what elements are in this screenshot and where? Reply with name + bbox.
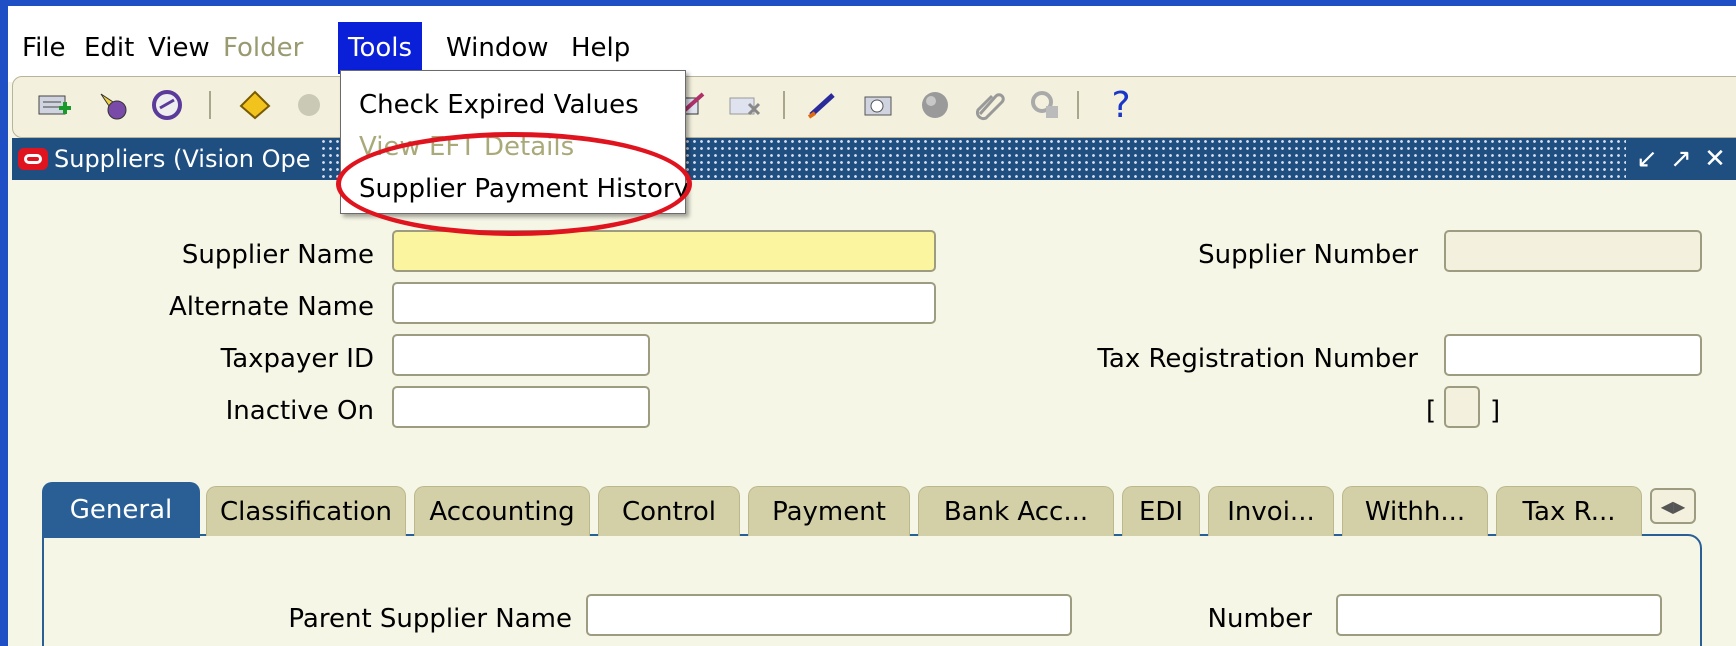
tab-invoice[interactable]: Invoi... bbox=[1208, 486, 1334, 536]
tax-registration-field[interactable] bbox=[1444, 334, 1702, 376]
delete-icon[interactable] bbox=[725, 85, 765, 125]
zoom-icon[interactable] bbox=[859, 85, 899, 125]
navigator-icon[interactable] bbox=[147, 85, 187, 125]
inactive-on-label: Inactive On bbox=[225, 396, 374, 426]
supplier-number-field[interactable] bbox=[1444, 230, 1702, 272]
window-title: Suppliers (Vision Ope bbox=[54, 145, 311, 173]
minimize-icon[interactable]: ↙ bbox=[1634, 144, 1660, 174]
new-record-icon[interactable] bbox=[35, 85, 75, 125]
oracle-forms-app: File Edit View Folder Tools Window Help bbox=[8, 6, 1736, 646]
menu-file[interactable]: File bbox=[12, 22, 76, 74]
parent-supplier-name-label: Parent Supplier Name bbox=[288, 604, 572, 634]
oracle-logo-icon bbox=[18, 148, 48, 170]
tab-general[interactable]: General bbox=[42, 482, 200, 538]
toolbar-separator bbox=[1077, 91, 1079, 119]
help-icon[interactable]: ? bbox=[1101, 85, 1141, 126]
translations-icon[interactable] bbox=[915, 85, 955, 125]
spell-icon[interactable] bbox=[803, 85, 843, 125]
tab-bank-accounts[interactable]: Bank Acc... bbox=[918, 486, 1114, 536]
menu-bar: File Edit View Folder Tools Window Help bbox=[8, 6, 1736, 82]
menu-item-check-expired-values[interactable]: Check Expired Values bbox=[359, 85, 639, 125]
tab-scroll-icon[interactable]: ◀▶ bbox=[1650, 488, 1696, 524]
flex-bracket-close: ] bbox=[1490, 396, 1501, 426]
supplier-name-label: Supplier Name bbox=[181, 240, 374, 270]
supplier-number-label: Supplier Number bbox=[1198, 240, 1418, 270]
clip-icon[interactable] bbox=[969, 85, 1009, 125]
menu-folder[interactable]: Folder bbox=[213, 22, 313, 74]
find-icon[interactable] bbox=[93, 85, 133, 125]
descriptive-flexfield[interactable] bbox=[1444, 386, 1480, 428]
next-step-icon[interactable] bbox=[289, 85, 329, 125]
toolbar-separator bbox=[209, 91, 211, 119]
menu-edit[interactable]: Edit bbox=[74, 22, 144, 74]
window-controls: ↙ ↗ ✕ bbox=[1626, 138, 1736, 180]
toolbar: ? bbox=[12, 76, 1736, 138]
menu-help[interactable]: Help bbox=[561, 22, 640, 74]
tab-accounting[interactable]: Accounting bbox=[414, 486, 590, 536]
alternate-name-label: Alternate Name bbox=[168, 292, 374, 322]
maximize-icon[interactable]: ↗ bbox=[1668, 144, 1694, 174]
taxpayer-id-label: Taxpayer ID bbox=[220, 344, 374, 374]
tab-tax-reporting[interactable]: Tax R... bbox=[1496, 486, 1642, 536]
folder-tools-icon[interactable] bbox=[1025, 85, 1065, 125]
highlight-ellipse bbox=[336, 132, 692, 236]
alternate-name-field[interactable] bbox=[392, 282, 936, 324]
parent-number-field[interactable] bbox=[1336, 594, 1662, 636]
tab-edi[interactable]: EDI bbox=[1122, 486, 1200, 536]
window-title-bar: Suppliers (Vision Ope ↙ ↗ ✕ bbox=[12, 138, 1736, 180]
supplier-name-field[interactable] bbox=[392, 230, 936, 272]
tab-withholding[interactable]: Withh... bbox=[1342, 486, 1488, 536]
menu-tools[interactable]: Tools bbox=[338, 22, 423, 74]
title-left: Suppliers (Vision Ope bbox=[12, 138, 319, 180]
menu-window[interactable]: Window bbox=[436, 22, 559, 74]
tab-payment[interactable]: Payment bbox=[748, 486, 910, 536]
parent-number-label: Number bbox=[1207, 604, 1312, 634]
close-icon[interactable]: ✕ bbox=[1702, 144, 1728, 174]
tab-classification[interactable]: Classification bbox=[206, 486, 406, 536]
tab-control[interactable]: Control bbox=[598, 486, 740, 536]
menu-view[interactable]: View bbox=[138, 22, 220, 74]
tax-registration-label: Tax Registration Number bbox=[1097, 344, 1418, 374]
save-icon[interactable] bbox=[235, 85, 275, 125]
toolbar-separator bbox=[783, 91, 785, 119]
taxpayer-id-field[interactable] bbox=[392, 334, 650, 376]
parent-supplier-name-field[interactable] bbox=[586, 594, 1072, 636]
inactive-on-field[interactable] bbox=[392, 386, 650, 428]
flex-bracket-open: [ bbox=[1426, 396, 1437, 426]
